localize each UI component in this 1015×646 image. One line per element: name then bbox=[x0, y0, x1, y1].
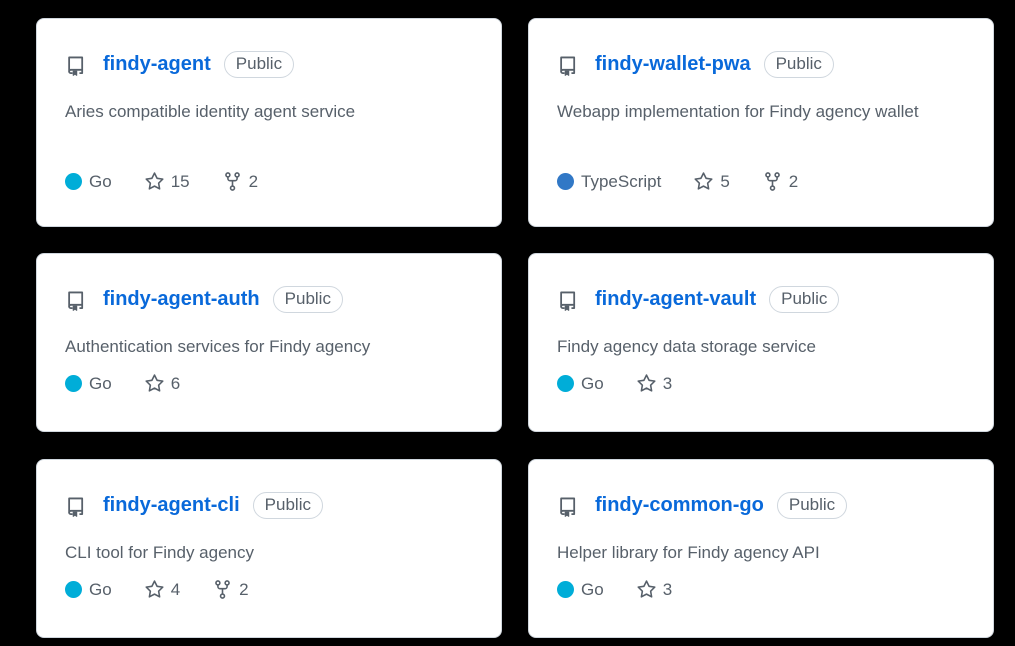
repo-meta: TypeScript 5 2 bbox=[557, 171, 798, 192]
repo-name-link[interactable]: findy-wallet-pwa bbox=[595, 53, 751, 76]
repo-description: Helper library for Findy agency API bbox=[557, 543, 820, 562]
stars-count: 5 bbox=[720, 171, 730, 191]
star-icon bbox=[636, 373, 663, 394]
repo-meta: Go 3 bbox=[557, 373, 672, 394]
repo-language: Go bbox=[65, 580, 112, 600]
language-name: Go bbox=[89, 373, 112, 393]
stars-count: 3 bbox=[662, 579, 673, 599]
stars-link[interactable]: 15 bbox=[144, 171, 190, 192]
star-icon bbox=[144, 171, 171, 192]
stars-count: 3 bbox=[662, 373, 673, 393]
repo-meta: Go 4 2 bbox=[65, 579, 249, 600]
star-icon bbox=[144, 373, 171, 394]
visibility-badge: Public bbox=[223, 51, 295, 78]
language-color-dot bbox=[65, 375, 82, 392]
stars-count: 6 bbox=[170, 373, 181, 393]
forks-link[interactable]: 2 bbox=[212, 579, 249, 600]
stars-link[interactable]: 3 bbox=[636, 579, 672, 600]
forks-count: 2 bbox=[248, 171, 259, 191]
repo-meta: Go 3 bbox=[557, 579, 672, 600]
language-color-dot bbox=[557, 581, 574, 598]
repo-icon bbox=[557, 495, 579, 517]
language-name: Go bbox=[89, 579, 112, 599]
star-icon bbox=[636, 579, 663, 600]
star-icon bbox=[693, 171, 720, 192]
language-color-dot bbox=[65, 173, 82, 190]
repo-language: Go bbox=[557, 580, 604, 600]
repo-meta: Go 6 bbox=[65, 373, 180, 394]
repo-icon bbox=[557, 54, 579, 76]
stars-link[interactable]: 3 bbox=[636, 373, 672, 394]
repo-language: Go bbox=[65, 172, 112, 192]
repo-icon bbox=[65, 54, 87, 76]
language-color-dot bbox=[557, 375, 574, 392]
repo-description: Findy agency data storage service bbox=[557, 337, 816, 356]
repo-card: findy-common-go Public Helper library fo… bbox=[528, 459, 994, 638]
repo-language: TypeScript bbox=[557, 172, 661, 192]
repo-card: findy-wallet-pwa Public Webapp implement… bbox=[528, 18, 994, 227]
forks-link[interactable]: 2 bbox=[762, 171, 798, 192]
stars-link[interactable]: 6 bbox=[144, 373, 180, 394]
visibility-badge: Public bbox=[769, 286, 840, 313]
repo-description: Aries compatible identity agent service bbox=[65, 102, 356, 121]
repo-icon bbox=[65, 495, 87, 517]
repo-name-link[interactable]: findy-common-go bbox=[595, 494, 764, 517]
repo-card-header: findy-wallet-pwa Public bbox=[557, 51, 834, 78]
repo-card-header: findy-common-go Public bbox=[557, 492, 848, 519]
repo-name-link[interactable]: findy-agent-auth bbox=[103, 288, 260, 311]
stars-link[interactable]: 5 bbox=[693, 171, 730, 192]
language-name: Go bbox=[581, 579, 604, 599]
fork-icon bbox=[222, 171, 249, 192]
repo-card: findy-agent-cli Public CLI tool for Find… bbox=[36, 459, 502, 638]
visibility-badge: Public bbox=[252, 492, 323, 519]
forks-link[interactable]: 2 bbox=[222, 171, 258, 192]
stars-link[interactable]: 4 bbox=[144, 579, 180, 600]
repo-meta: Go 15 2 bbox=[65, 171, 258, 192]
repo-icon bbox=[557, 289, 579, 311]
repo-card-header: findy-agent-vault Public bbox=[557, 286, 840, 313]
repo-card-header: findy-agent Public bbox=[65, 51, 295, 78]
star-icon bbox=[144, 579, 171, 600]
repo-icon bbox=[65, 289, 87, 311]
repo-language: Go bbox=[65, 374, 112, 394]
fork-icon bbox=[762, 171, 789, 192]
repo-card-header: findy-agent-cli Public bbox=[65, 492, 323, 519]
forks-count: 2 bbox=[239, 579, 249, 599]
stars-count: 4 bbox=[170, 579, 181, 599]
repo-name-link[interactable]: findy-agent-vault bbox=[595, 288, 756, 311]
repo-language: Go bbox=[557, 374, 604, 394]
repo-description: Webapp implementation for Findy agency w… bbox=[557, 102, 919, 121]
repo-description: Authentication services for Findy agency bbox=[65, 337, 371, 356]
forks-count: 2 bbox=[788, 171, 799, 191]
repo-name-link[interactable]: findy-agent-cli bbox=[103, 494, 240, 517]
repo-card: findy-agent Public Aries compatible iden… bbox=[36, 18, 502, 227]
repo-card-header: findy-agent-auth Public bbox=[65, 286, 343, 313]
language-color-dot bbox=[557, 173, 574, 190]
language-name: Go bbox=[581, 373, 604, 393]
language-color-dot bbox=[65, 581, 82, 598]
repo-name-link[interactable]: findy-agent bbox=[103, 53, 211, 76]
language-name: Go bbox=[89, 171, 112, 191]
visibility-badge: Public bbox=[763, 51, 834, 78]
language-name: TypeScript bbox=[581, 171, 662, 191]
repo-description: CLI tool for Findy agency bbox=[65, 543, 254, 562]
repo-card: findy-agent-auth Public Authentication s… bbox=[36, 253, 502, 432]
stars-count: 15 bbox=[170, 171, 190, 191]
fork-icon bbox=[212, 579, 239, 600]
repo-card: findy-agent-vault Public Findy agency da… bbox=[528, 253, 994, 432]
visibility-badge: Public bbox=[272, 286, 343, 313]
visibility-badge: Public bbox=[776, 492, 848, 519]
